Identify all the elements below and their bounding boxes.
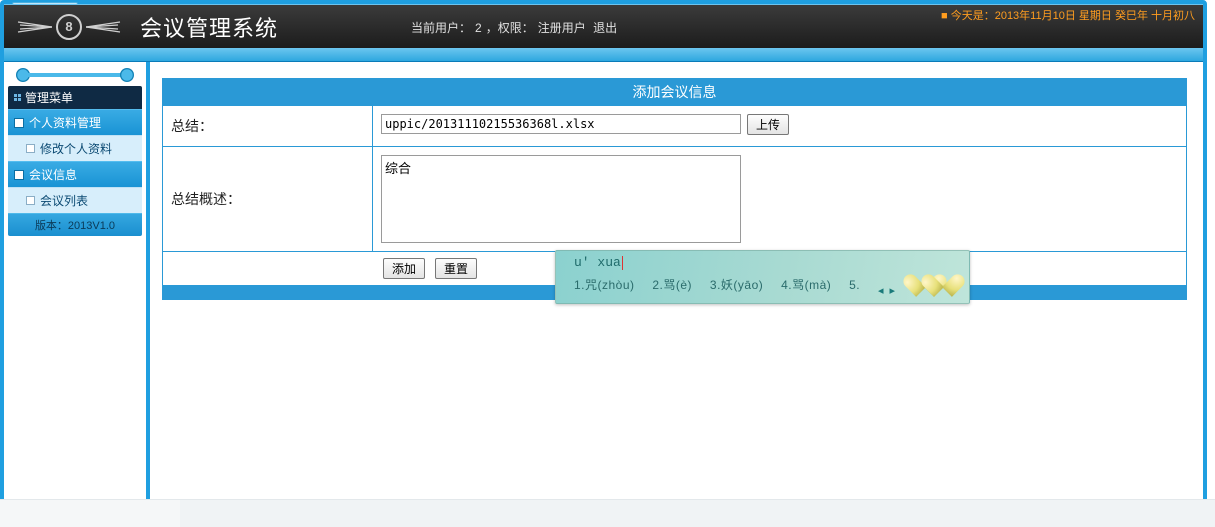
label-summary: 总结： xyxy=(163,106,373,146)
layout: 管理菜单 个人资料管理 修改个人资料 会议信息 会议列表 版本：2013V1.0 xyxy=(4,62,1203,501)
user-info: 当前用户： 2 ，权限： 注册用户 退出 xyxy=(409,19,619,36)
date-bar: ■今天是：2013年11月10日 星期日 癸巳年 十月初八 xyxy=(941,9,1195,23)
sidebar-item-meeting-list[interactable]: 会议列表 xyxy=(8,187,142,213)
user-role: 注册用户 xyxy=(538,21,586,35)
form-row-summary: 总结： 上传 xyxy=(163,105,1186,146)
grid-icon xyxy=(14,94,21,101)
sidebar: 管理菜单 个人资料管理 修改个人资料 会议信息 会议列表 版本：2013V1.0 xyxy=(4,62,146,501)
file-icon xyxy=(26,144,35,153)
summary-input[interactable] xyxy=(381,114,741,134)
ime-next-icon[interactable]: ▸ xyxy=(889,284,895,297)
ime-candidates[interactable]: 1.咒(zhòu) 2.骂(è) 3.妖(yāo) 4.骂(mà) 5. xyxy=(574,276,899,293)
sub-strip xyxy=(4,48,1203,62)
app-shell: COMPANY 8 会议管理系统 当前用户：2，权限：注册用户 退出 ■今天是：… xyxy=(0,0,1207,505)
user-prefix: 当前用户： xyxy=(411,21,471,35)
system-title: 会议管理系统 xyxy=(140,11,278,43)
username: 2 xyxy=(475,21,482,35)
heart-icon xyxy=(930,265,956,289)
ime-composition: u' xua xyxy=(574,255,899,270)
main-area: 添加会议信息 总结： 上传 总结概述： 综合 添加 重置 xyxy=(150,62,1203,501)
ime-candidate[interactable]: 1.咒(zhòu) xyxy=(574,278,635,292)
ime-prev-icon[interactable]: ◂ xyxy=(878,284,884,297)
bullet-icon: ■ xyxy=(941,10,948,22)
ime-pager[interactable]: ◂ ▸ xyxy=(878,284,895,297)
sidebar-section-label: 会议信息 xyxy=(29,166,77,183)
label-overview: 总结概述： xyxy=(163,147,373,251)
status-bar xyxy=(0,499,1215,527)
user-sep: ，权限： xyxy=(486,21,534,35)
sidebar-title: 管理菜单 xyxy=(8,86,142,109)
sidebar-section-label: 个人资料管理 xyxy=(29,114,101,131)
file-icon xyxy=(26,196,35,205)
ime-candidate[interactable]: 5. xyxy=(849,278,860,292)
wing-left-icon xyxy=(16,20,52,34)
ime-candidate-window[interactable]: u' xua 1.咒(zhòu) 2.骂(è) 3.妖(yāo) 4.骂(mà)… xyxy=(555,250,970,304)
reset-button[interactable]: 重置 xyxy=(435,258,477,279)
ime-candidate[interactable]: 2.骂(è) xyxy=(652,278,692,292)
wing-right-icon xyxy=(86,20,122,34)
sidebar-connector-icon xyxy=(16,68,134,82)
sidebar-item-label: 修改个人资料 xyxy=(40,140,112,157)
caret-icon xyxy=(622,256,623,270)
top-bar: 8 会议管理系统 当前用户： 2 ，权限： 注册用户 退出 ■今天是：2013年11月… xyxy=(4,4,1203,48)
sidebar-version: 版本：2013V1.0 xyxy=(8,213,142,236)
panel-title: 添加会议信息 xyxy=(163,79,1186,105)
sidebar-section-profile[interactable]: 个人资料管理 xyxy=(8,109,142,135)
ime-candidate[interactable]: 4.骂(mà) xyxy=(781,278,831,292)
page-icon xyxy=(14,118,24,128)
sidebar-title-text: 管理菜单 xyxy=(25,89,73,106)
sidebar-item-edit-profile[interactable]: 修改个人资料 xyxy=(8,135,142,161)
form-row-overview: 总结概述： 综合 xyxy=(163,146,1186,251)
page-icon xyxy=(14,170,24,180)
submit-button[interactable]: 添加 xyxy=(383,258,425,279)
upload-button[interactable]: 上传 xyxy=(747,114,789,135)
date-text: 今天是：2013年11月10日 星期日 癸巳年 十月初八 xyxy=(951,10,1195,22)
ime-candidate[interactable]: 3.妖(yāo) xyxy=(710,278,763,292)
logout-link[interactable]: 退出 xyxy=(593,21,617,35)
logo-badge: 8 xyxy=(56,14,82,40)
sidebar-section-meeting[interactable]: 会议信息 xyxy=(8,161,142,187)
sidebar-item-label: 会议列表 xyxy=(40,192,88,209)
ime-decoration xyxy=(899,251,969,303)
logo: 8 xyxy=(4,14,122,40)
overview-textarea[interactable]: 综合 xyxy=(381,155,741,243)
